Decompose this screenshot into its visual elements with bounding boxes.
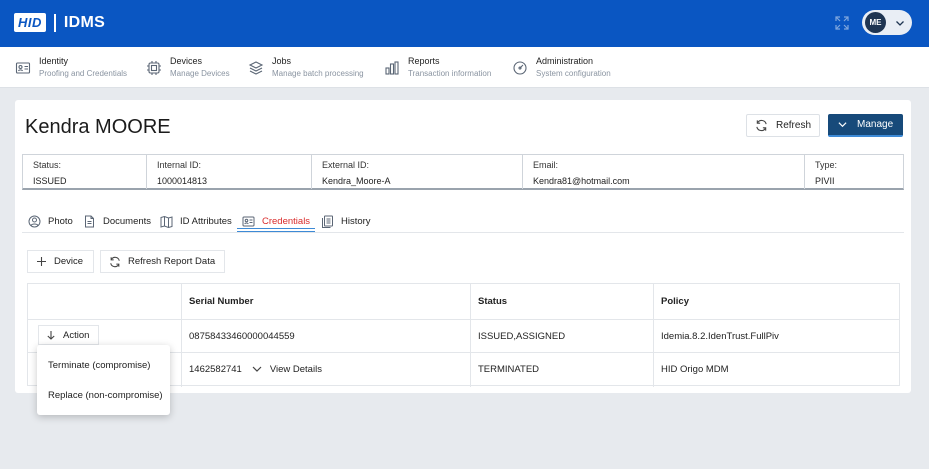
page-title: Kendra MOORE bbox=[25, 116, 171, 138]
tab-label: Credentials bbox=[262, 215, 311, 227]
history-icon bbox=[322, 215, 333, 228]
view-details-toggle[interactable]: View Details bbox=[252, 364, 322, 375]
tab-id-attributes[interactable]: ID Attributes bbox=[160, 212, 232, 230]
map-icon bbox=[160, 215, 173, 228]
table-cell-status: TERMINATED bbox=[478, 363, 540, 375]
nav-subtitle: Transaction information bbox=[408, 69, 492, 78]
info-value: 1000014813 bbox=[157, 176, 208, 186]
action-label: Action bbox=[63, 329, 90, 341]
top-bar: HID IDMS ME bbox=[0, 0, 929, 47]
info-value: Kendra81@hotmail.com bbox=[533, 176, 630, 186]
tab-history[interactable]: History bbox=[321, 212, 371, 230]
column-header-serial-number[interactable]: Serial Number bbox=[181, 284, 470, 319]
chip-icon bbox=[147, 61, 161, 75]
table-cell-status: ISSUED,ASSIGNED bbox=[478, 330, 566, 342]
app-logo[interactable]: HID IDMS bbox=[14, 13, 105, 32]
tab-label: History bbox=[341, 215, 371, 227]
refresh-button[interactable]: Refresh bbox=[746, 114, 820, 137]
info-email: Email: Kendra81@hotmail.com bbox=[522, 155, 804, 189]
nav-subtitle: Manage Devices bbox=[170, 69, 230, 78]
info-label: External ID: bbox=[322, 160, 370, 170]
nav-subtitle: Proofing and Credentials bbox=[39, 69, 128, 78]
table-cell-serial: 08758433460000044559 bbox=[189, 330, 295, 342]
nav-title: Jobs bbox=[272, 56, 292, 66]
user-circle-icon bbox=[28, 215, 41, 227]
tab-label: Documents bbox=[103, 215, 152, 227]
table-cell-serial: 1462582741 View Details bbox=[181, 353, 470, 385]
manage-label: Manage bbox=[857, 119, 894, 130]
chevron-down-icon bbox=[838, 122, 847, 128]
manage-button[interactable]: Manage bbox=[828, 114, 903, 137]
plus-icon bbox=[37, 257, 46, 266]
bar-chart-icon bbox=[385, 61, 399, 75]
tabs-divider bbox=[22, 232, 904, 233]
expand-icon[interactable] bbox=[835, 16, 849, 30]
serial-value: 1462582741 bbox=[189, 363, 242, 375]
nav-item-reports[interactable]: Reports Transaction information bbox=[384, 55, 491, 81]
info-value: ISSUED bbox=[33, 176, 67, 186]
table-cell-policy: HID Origo MDM bbox=[661, 363, 729, 375]
nav-item-jobs[interactable]: Jobs Manage batch processing bbox=[248, 55, 364, 81]
nav-title: Administration bbox=[536, 56, 594, 66]
refresh-icon bbox=[756, 119, 767, 132]
nav-title: Devices bbox=[170, 56, 203, 66]
id-card-icon bbox=[15, 62, 31, 74]
column-header-status[interactable]: Status bbox=[470, 284, 653, 319]
menu-item-terminate[interactable]: Terminate (compromise) bbox=[37, 350, 170, 380]
device-label: Device bbox=[54, 256, 84, 267]
info-label: Internal ID: bbox=[157, 160, 202, 170]
app-name: IDMS bbox=[63, 13, 106, 31]
table-cell-policy: Idemia.8.2.IdenTrust.FullPiv bbox=[661, 330, 779, 342]
action-dropdown-menu: Terminate (compromise) Replace (non-comp… bbox=[37, 345, 170, 415]
refresh-icon bbox=[110, 256, 120, 267]
nav-item-identity[interactable]: Identity Proofing and Credentials bbox=[15, 55, 127, 81]
refresh-report-data-button[interactable]: Refresh Report Data bbox=[100, 250, 225, 273]
id-card-icon bbox=[242, 216, 255, 226]
user-menu[interactable]: ME bbox=[862, 10, 912, 35]
info-label: Type: bbox=[815, 160, 838, 170]
refresh-report-label: Refresh Report Data bbox=[128, 256, 216, 267]
gauge-icon bbox=[513, 61, 527, 75]
add-device-button[interactable]: Device bbox=[27, 250, 94, 273]
view-details-label: View Details bbox=[269, 363, 322, 375]
column-header-policy[interactable]: Policy bbox=[653, 284, 899, 319]
chevron-down-icon bbox=[252, 366, 262, 372]
tab-photo[interactable]: Photo bbox=[28, 212, 73, 230]
nav-item-administration[interactable]: Administration System configuration bbox=[512, 55, 611, 81]
document-icon bbox=[85, 215, 94, 227]
info-status: Status: ISSUED bbox=[23, 155, 146, 189]
logo-divider bbox=[53, 13, 56, 32]
arrow-down-icon bbox=[47, 331, 55, 340]
info-value: PIVII bbox=[815, 176, 835, 186]
nav-title: Identity bbox=[39, 56, 69, 66]
row-action-button[interactable]: Action bbox=[38, 325, 99, 345]
nav-title: Reports bbox=[408, 56, 440, 66]
menu-item-replace[interactable]: Replace (non-compromise) bbox=[37, 380, 170, 410]
info-internal-id: Internal ID: 1000014813 bbox=[146, 155, 311, 189]
layers-icon bbox=[248, 61, 264, 75]
refresh-label: Refresh bbox=[776, 120, 812, 131]
nav-subtitle: System configuration bbox=[536, 69, 611, 78]
hid-logo: HID bbox=[14, 13, 46, 32]
avatar: ME bbox=[865, 12, 886, 33]
info-external-id: External ID: Kendra_Moore-A bbox=[311, 155, 522, 189]
identity-info-panel: Status: ISSUED Internal ID: 1000014813 E… bbox=[22, 154, 904, 190]
info-value: Kendra_Moore-A bbox=[322, 176, 391, 186]
tab-label: Photo bbox=[48, 215, 73, 227]
info-label: Email: bbox=[533, 160, 559, 170]
chevron-down-icon bbox=[896, 21, 904, 26]
main-nav: Identity Proofing and Credentials Device… bbox=[0, 47, 929, 88]
tab-label: ID Attributes bbox=[180, 215, 232, 227]
tab-documents[interactable]: Documents bbox=[83, 212, 151, 230]
info-type: Type: PIVII bbox=[804, 155, 903, 189]
info-label: Status: bbox=[33, 160, 62, 170]
nav-item-devices[interactable]: Devices Manage Devices bbox=[146, 55, 230, 81]
nav-subtitle: Manage batch processing bbox=[272, 69, 364, 78]
